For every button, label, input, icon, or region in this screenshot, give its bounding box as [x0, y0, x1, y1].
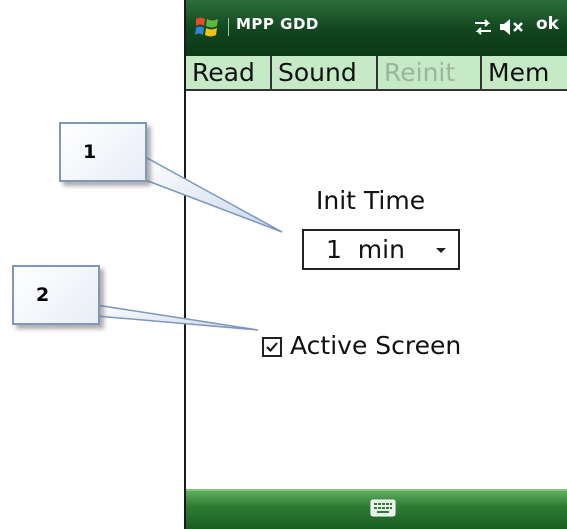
ok-button[interactable]: ok	[536, 14, 559, 34]
chevron-down-icon[interactable]	[436, 248, 446, 253]
bottom-menu-bar	[186, 489, 567, 529]
active-screen-label[interactable]: Active Screen	[290, 331, 461, 360]
connectivity-icon[interactable]	[472, 16, 494, 38]
device-screen: MPP GDD ok Read Sound Reinit Mem Init Ti…	[184, 0, 567, 529]
callout-2-number: 2	[36, 284, 50, 306]
init-time-label: Init Time	[316, 186, 426, 215]
init-time-dropdown[interactable]: 1 min	[302, 229, 460, 270]
tab-mem[interactable]: Mem	[482, 56, 567, 89]
title-separator	[228, 18, 229, 36]
tab-strip: Read Sound Reinit Mem	[186, 56, 567, 91]
windows-logo-icon[interactable]	[194, 14, 220, 40]
keyboard-icon[interactable]	[370, 499, 396, 517]
callout-2: 2	[12, 265, 100, 325]
tab-read[interactable]: Read	[186, 56, 272, 89]
checkmark-icon	[266, 342, 278, 352]
tab-reinit: Reinit	[378, 56, 482, 89]
speaker-muted-icon[interactable]	[498, 16, 526, 38]
init-time-value: 1 min	[326, 235, 405, 264]
title-bar: MPP GDD ok	[186, 0, 567, 56]
callout-1: 1	[59, 122, 147, 182]
tab-sound[interactable]: Sound	[272, 56, 378, 89]
callout-1-number: 1	[83, 141, 97, 163]
active-screen-checkbox[interactable]	[262, 337, 282, 357]
app-title: MPP GDD	[236, 15, 319, 33]
